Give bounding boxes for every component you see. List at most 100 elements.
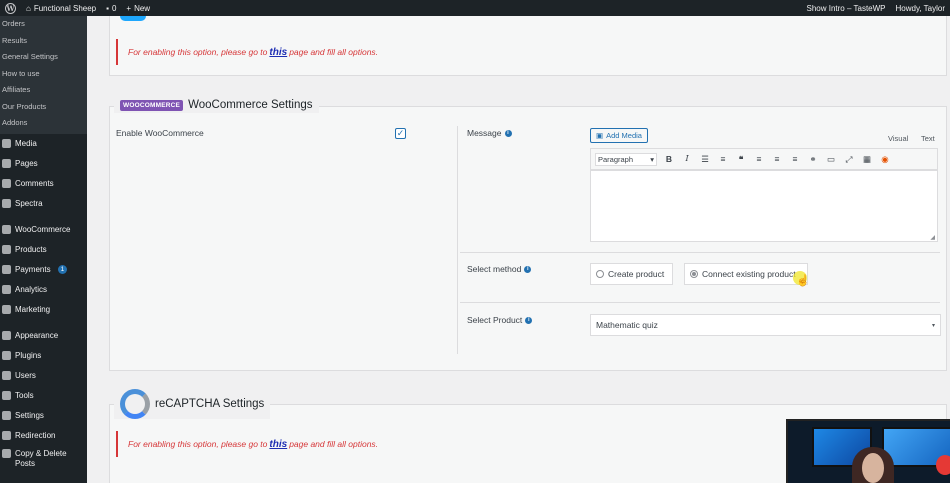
home-icon: ⌂	[26, 3, 31, 13]
create-product-option[interactable]: Create product	[590, 263, 673, 285]
fullscreen-icon[interactable]: ⤢	[843, 154, 855, 165]
account-menu[interactable]: Howdy, Taylor	[891, 0, 950, 16]
notice-prefix: For enabling this option, please go to	[128, 47, 268, 57]
sidebar-item-label: Marketing	[15, 305, 51, 314]
blockquote-icon[interactable]: ❝	[735, 154, 747, 165]
radio-unchecked-icon	[596, 270, 604, 278]
sidebar-item-redirection[interactable]: Redirection	[0, 426, 87, 446]
woocommerce-icon	[2, 225, 11, 234]
chevron-down-icon: ▾	[931, 322, 935, 329]
sidebar-item-payments[interactable]: Payments 1	[0, 260, 87, 280]
wp-logo-menu[interactable]: W	[0, 0, 21, 16]
sidebar-item-label: Redirection	[15, 431, 56, 440]
show-intro-link[interactable]: Show Intro – TasteWP	[802, 0, 891, 16]
payments-badge: 1	[57, 265, 68, 274]
link-icon[interactable]: ⚭	[807, 154, 819, 165]
message-editor[interactable]: ◢	[590, 170, 938, 242]
sidebar-item-woocommerce[interactable]: WooCommerce	[0, 220, 87, 240]
notice-link[interactable]: this	[269, 439, 287, 450]
sidebar-item-products[interactable]: Products	[0, 240, 87, 260]
sidebar-item-analytics[interactable]: Analytics	[0, 280, 87, 300]
comment-icon: ▪	[106, 3, 109, 13]
notice-suffix: page and fill all options.	[289, 47, 379, 57]
media-icon	[2, 139, 11, 148]
new-content-link[interactable]: + New	[121, 0, 155, 16]
sidebar-item-label: Products	[15, 245, 47, 254]
plus-icon: +	[126, 3, 132, 13]
analytics-icon	[2, 285, 11, 294]
select-product-label: Select Product i	[467, 315, 533, 325]
sidebar-item-label: Appearance	[15, 331, 59, 340]
info-icon: i	[525, 316, 533, 324]
sidebar-item-pages[interactable]: Pages	[0, 154, 87, 174]
add-media-button[interactable]: ▣ Add Media	[590, 128, 648, 143]
resize-handle-icon[interactable]: ◢	[930, 234, 935, 241]
site-name-link[interactable]: ⌂ Functional Sheep	[21, 0, 101, 16]
toolbar-toggle-icon[interactable]: ▦	[861, 154, 873, 165]
select-method-label: Select method i	[467, 264, 532, 274]
admin-sidebar: Orders Results General Settings How to u…	[0, 16, 87, 483]
row-divider	[460, 252, 940, 253]
notice-prefix: For enabling this option, please go to	[128, 439, 268, 449]
bullet-list-icon[interactable]: ☰	[699, 154, 711, 165]
sidebar-item-label: Pages	[15, 159, 38, 168]
users-icon	[2, 371, 11, 380]
submenu-item-orders[interactable]: Orders	[0, 16, 87, 33]
sidebar-item-spectra[interactable]: Spectra	[0, 194, 87, 214]
submenu-item-our-products[interactable]: Our Products	[0, 99, 87, 116]
sidebar-item-users[interactable]: Users	[0, 366, 87, 386]
sidebar-item-copy-delete-posts[interactable]: Copy & Delete Posts	[0, 446, 87, 470]
comments-link[interactable]: ▪ 0	[101, 0, 121, 16]
sidebar-item-label: Tools	[15, 391, 34, 400]
connect-existing-product-option[interactable]: Connect existing product	[684, 263, 808, 285]
notice-link[interactable]: this	[269, 47, 287, 58]
radio-checked-icon	[690, 270, 698, 278]
sidebar-item-label: Analytics	[15, 285, 48, 294]
spectra-icon	[2, 199, 11, 208]
enable-woocommerce-text: Enable WooCommerce	[116, 128, 204, 138]
appearance-icon	[2, 331, 11, 340]
enable-woocommerce-checkbox[interactable]: ✓	[395, 128, 406, 139]
submenu-item-general-settings[interactable]: General Settings	[0, 49, 87, 66]
info-icon: i	[524, 265, 532, 273]
submenu-item-affiliates[interactable]: Affiliates	[0, 82, 87, 99]
sidebar-item-tools[interactable]: Tools	[0, 386, 87, 406]
recaptcha-settings-title: reCAPTCHA Settings	[155, 398, 265, 410]
sidebar-item-marketing[interactable]: Marketing	[0, 300, 87, 320]
sidebar-item-plugins[interactable]: Plugins	[0, 346, 87, 366]
add-media-label: Add Media	[606, 131, 642, 140]
row-divider	[460, 302, 940, 303]
submenu-item-how-to-use[interactable]: How to use	[0, 66, 87, 83]
presenter-face	[862, 453, 884, 483]
marketing-icon	[2, 305, 11, 314]
select-method-text: Select method	[467, 264, 522, 274]
select-product-dropdown[interactable]: Mathematic quiz ▾	[590, 314, 941, 336]
align-right-icon[interactable]: ≡	[789, 154, 801, 164]
notice-suffix: page and fill all options.	[289, 439, 379, 449]
plugin-icon[interactable]: ◉	[879, 154, 891, 165]
sidebar-item-label: WooCommerce	[15, 225, 71, 234]
align-left-icon[interactable]: ≡	[753, 154, 765, 164]
plugins-icon	[2, 351, 11, 360]
submenu-item-results[interactable]: Results	[0, 33, 87, 50]
bold-icon[interactable]: B	[663, 154, 675, 164]
tab-visual[interactable]: Visual	[888, 134, 908, 143]
align-center-icon[interactable]: ≡	[771, 154, 783, 164]
sidebar-item-appearance[interactable]: Appearance	[0, 326, 87, 346]
numbered-list-icon[interactable]: ≡	[717, 154, 729, 164]
sidebar-item-settings[interactable]: Settings	[0, 406, 87, 426]
connect-existing-product-label: Connect existing product	[702, 269, 796, 279]
pages-icon	[2, 159, 11, 168]
submenu-item-addons[interactable]: Addons	[0, 115, 87, 132]
recaptcha-legend: reCAPTCHA Settings	[114, 389, 271, 419]
message-label-text: Message	[467, 128, 502, 138]
paragraph-format-select[interactable]: Paragraph ▾	[595, 152, 657, 166]
tab-text[interactable]: Text	[921, 134, 935, 143]
sidebar-item-label: Users	[15, 371, 36, 380]
italic-icon[interactable]: I	[681, 154, 693, 164]
copy-delete-icon	[2, 448, 11, 458]
message-label: Message i	[467, 128, 512, 138]
sidebar-item-comments[interactable]: Comments	[0, 174, 87, 194]
sidebar-item-media[interactable]: Media	[0, 134, 87, 154]
read-more-icon[interactable]: ▭	[825, 154, 837, 165]
